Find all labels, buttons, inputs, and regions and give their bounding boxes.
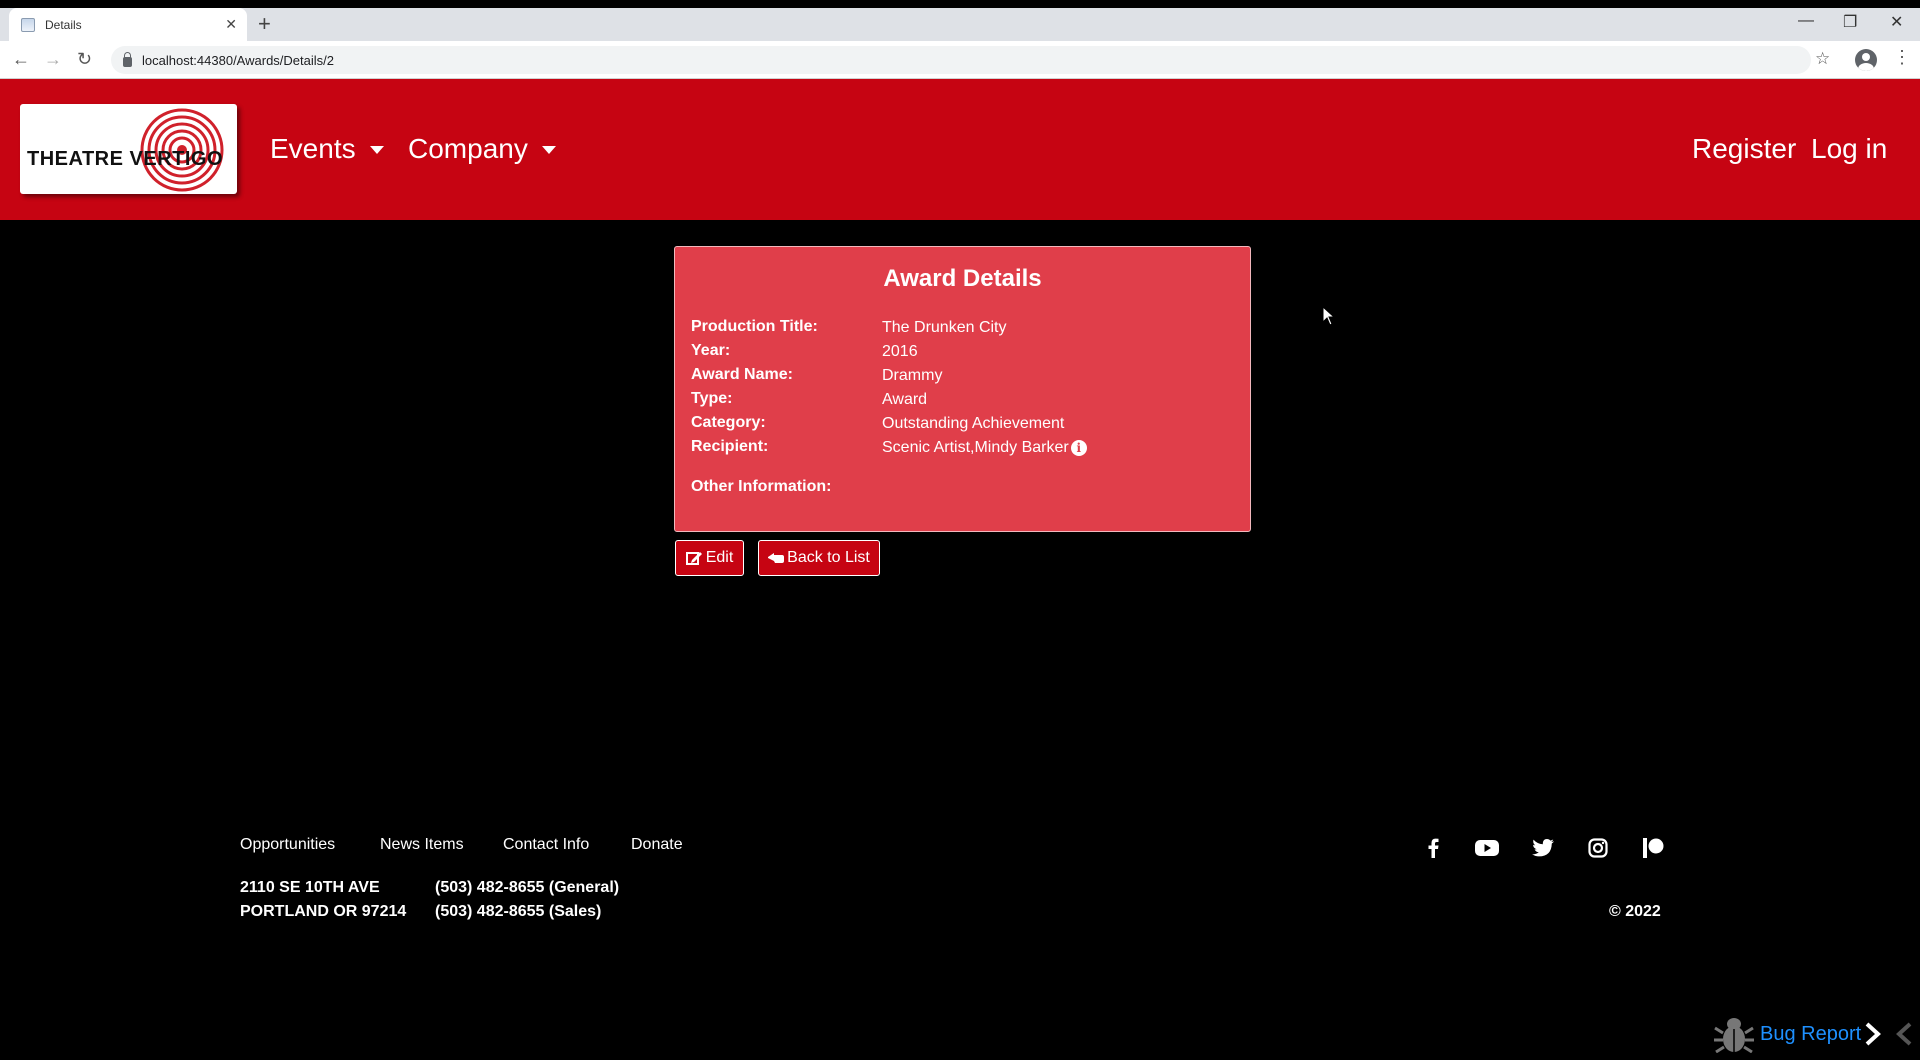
chevron-right-icon[interactable] — [1864, 1022, 1882, 1051]
back-to-list-label: Back to List — [787, 549, 870, 566]
detail-label: Year: — [691, 342, 731, 359]
info-icon[interactable]: i — [1070, 440, 1087, 456]
lock-icon — [123, 52, 132, 67]
browser-menu-icon[interactable]: ⋮ — [1893, 47, 1911, 68]
nav-company-dropdown[interactable]: Company — [408, 133, 556, 165]
detail-label: Production Title: — [691, 318, 818, 335]
page-favicon-icon — [21, 17, 35, 32]
login-link[interactable]: Log in — [1811, 133, 1887, 165]
browser-toolbar: ← → ↻ localhost:44380/Awards/Details/2 ☆… — [0, 41, 1920, 79]
detail-value: Outstanding Achievement — [882, 415, 1065, 432]
patreon-icon[interactable] — [1641, 836, 1665, 860]
url-text: localhost:44380/Awards/Details/2 — [142, 52, 334, 68]
logo-text: THEATRE VERTIGO — [27, 148, 224, 170]
chevron-left-icon[interactable] — [1895, 1022, 1913, 1051]
register-link[interactable]: Register — [1692, 133, 1796, 165]
instagram-icon[interactable] — [1586, 836, 1610, 860]
detail-label: Recipient: — [691, 438, 769, 455]
detail-row-other-information: Other Information: — [691, 478, 882, 498]
footer-link-contact-info[interactable]: Contact Info — [503, 836, 589, 854]
close-window-icon[interactable]: ✕ — [1890, 12, 1903, 32]
bookmark-star-icon[interactable]: ☆ — [1815, 49, 1830, 69]
detail-row-production-title: Production Title: The Drunken City — [691, 318, 1007, 338]
address-bar[interactable]: localhost:44380/Awards/Details/2 — [111, 46, 1811, 74]
twitter-icon[interactable] — [1531, 836, 1555, 860]
detail-value: Drammy — [882, 367, 943, 384]
footer-link-opportunities[interactable]: Opportunities — [240, 836, 335, 854]
phone-sales: (503) 482-8655 (Sales) — [435, 903, 602, 920]
detail-value: The Drunken City — [882, 319, 1007, 336]
site-logo[interactable]: THEATRE VERTIGO — [20, 104, 237, 194]
edit-button-label: Edit — [705, 549, 734, 566]
award-details-card: Award Details Production Title: The Drun… — [674, 246, 1251, 532]
site-header: THEATRE VERTIGO Events Company Register … — [0, 79, 1920, 220]
back-to-list-button[interactable]: Back to List — [758, 540, 880, 576]
bug-report-label: Bug Report — [1760, 1022, 1862, 1045]
tab-title: Details — [45, 17, 82, 32]
detail-label: Other Information: — [691, 478, 832, 495]
youtube-icon[interactable] — [1475, 836, 1499, 860]
close-tab-icon[interactable]: ✕ — [225, 16, 237, 33]
nav-company-label: Company — [408, 133, 528, 164]
forward-icon[interactable]: → — [44, 49, 62, 70]
caret-down-icon — [369, 146, 384, 154]
detail-label: Category: — [691, 414, 766, 431]
caret-down-icon — [541, 146, 556, 154]
address-line-1: 2110 SE 10TH AVE — [240, 879, 380, 896]
restore-icon[interactable]: ❐ — [1843, 12, 1857, 32]
bug-icon — [1714, 1018, 1754, 1053]
copyright-text: © 2022 — [1609, 903, 1661, 920]
detail-row-year: Year: 2016 — [691, 342, 918, 362]
detail-label: Type: — [691, 390, 733, 407]
facebook-icon[interactable] — [1421, 836, 1445, 860]
address-line-2: PORTLAND OR 97214 — [240, 903, 407, 920]
nav-events-label: Events — [270, 133, 356, 164]
browser-tab-bar: Details ✕ + — ❐ ✕ — [0, 0, 1920, 41]
hand-point-left-icon — [768, 553, 785, 563]
detail-value-wrap: Scenic Artist,Mindy Barker i — [882, 438, 1087, 458]
minimize-icon[interactable]: — — [1798, 12, 1814, 30]
edit-button[interactable]: Edit — [675, 540, 744, 576]
new-tab-icon[interactable]: + — [258, 13, 271, 35]
footer-link-news-items[interactable]: News Items — [380, 836, 464, 854]
phone-general: (503) 482-8655 (General) — [435, 879, 620, 896]
browser-tab[interactable]: Details ✕ — [9, 8, 247, 41]
profile-avatar-icon[interactable] — [1855, 49, 1877, 71]
nav-events-dropdown[interactable]: Events — [270, 133, 384, 165]
detail-value: 2016 — [882, 343, 918, 360]
recipient-value: Scenic Artist,Mindy Barker — [882, 439, 1069, 456]
mouse-cursor-icon — [1322, 305, 1336, 331]
detail-row-type: Type: Award — [691, 390, 927, 410]
bug-report-button[interactable]: Bug Report — [1714, 1015, 1861, 1053]
detail-label: Award Name: — [691, 366, 793, 383]
card-title: Award Details — [883, 265, 1042, 292]
footer-link-donate[interactable]: Donate — [631, 836, 683, 854]
reload-icon[interactable]: ↻ — [77, 49, 92, 70]
detail-value: Award — [882, 391, 928, 408]
detail-row-award-name: Award Name: Drammy — [691, 366, 942, 386]
edit-icon — [685, 551, 702, 565]
detail-row-category: Category: Outstanding Achievement — [691, 414, 1064, 434]
back-icon[interactable]: ← — [12, 49, 30, 70]
detail-row-recipient: Recipient: Scenic Artist,Mindy Barker i — [691, 438, 1087, 458]
